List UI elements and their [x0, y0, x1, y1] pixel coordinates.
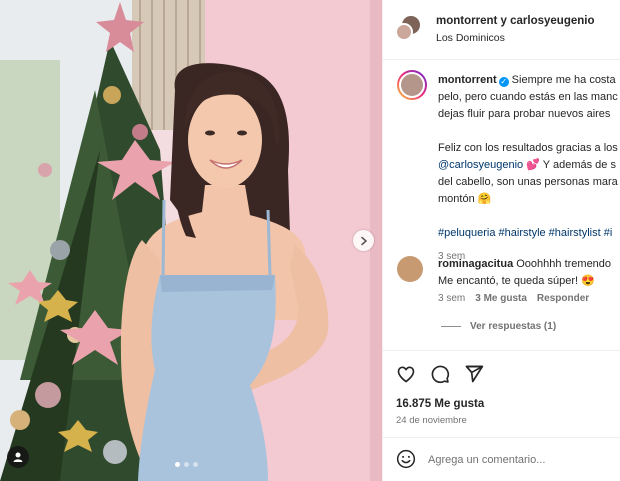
- comment-time[interactable]: 3 sem: [438, 293, 465, 304]
- comment-text: Ooohhhh tremendo: [516, 258, 612, 270]
- post-details-panel: montorrent y carlosyeugenio Los Dominico…: [382, 0, 620, 481]
- carousel-dot: [193, 462, 198, 467]
- view-replies-button[interactable]: Ver respuestas (1): [441, 321, 556, 332]
- post-date[interactable]: 24 de noviembre: [396, 415, 467, 426]
- carousel-dot: [175, 462, 180, 467]
- avatar[interactable]: [395, 23, 413, 41]
- post-location[interactable]: Los Dominicos: [436, 32, 505, 44]
- likes-count[interactable]: 16.875 Me gusta: [396, 398, 484, 410]
- caption-text: Feliz con los resultados gracias a los: [438, 142, 618, 154]
- mention-link[interactable]: @carlosyeugenio: [438, 159, 523, 171]
- post-caption: montorrent ✓ Siempre me ha costa pelo, per…: [438, 72, 620, 265]
- post-header: montorrent y carlosyeugenio Los Dominico…: [383, 0, 620, 60]
- post-image: [0, 0, 382, 481]
- caption-text: montón 🤗: [438, 193, 492, 205]
- paper-plane-icon[interactable]: [464, 364, 484, 384]
- person-icon: [13, 452, 23, 462]
- comment: rominagacitua Ooohhhh tremendo Me encant…: [438, 256, 620, 290]
- caption-text: dejas fluir para probar nuevos aires: [438, 108, 611, 120]
- speech-bubble-icon[interactable]: [430, 364, 450, 384]
- view-replies-label: Ver respuestas (1): [470, 321, 557, 332]
- caption-text: pelo, pero cuando estás en las manc: [438, 91, 618, 103]
- hashtags[interactable]: #peluqueria #hairstyle #hairstylist #i: [438, 225, 620, 242]
- post-actions: 16.875 Me gusta 24 de noviembre: [383, 350, 620, 440]
- comment-meta: 3 sem 3 Me gusta Responder: [438, 293, 589, 304]
- verified-badge-icon: ✓: [498, 77, 509, 87]
- caption-text: del cabello, son unas personas mara: [438, 176, 618, 188]
- caption-avatar[interactable]: [397, 70, 427, 100]
- comment-input[interactable]: [428, 450, 613, 470]
- divider: [441, 326, 461, 327]
- caption-username[interactable]: montorrent: [438, 74, 497, 86]
- next-slide-button[interactable]: [353, 230, 374, 251]
- comment-username[interactable]: rominagacitua: [438, 258, 513, 270]
- commenter-avatar[interactable]: [397, 256, 423, 282]
- caption-text: Siempre me ha costa: [511, 74, 616, 86]
- caption-text: 💕 Y además de s: [523, 159, 616, 171]
- post-authors[interactable]: montorrent y carlosyeugenio: [436, 15, 594, 27]
- reply-button[interactable]: Responder: [537, 293, 589, 304]
- heart-icon[interactable]: [396, 364, 416, 384]
- tagged-users-button[interactable]: [7, 446, 29, 468]
- comment-likes[interactable]: 3 Me gusta: [475, 293, 527, 304]
- comment-composer: [383, 437, 620, 481]
- smiley-icon[interactable]: [396, 449, 416, 469]
- post-photo[interactable]: [0, 0, 382, 481]
- carousel-dot: [184, 462, 189, 467]
- comment-text: Me encantó, te queda súper! 😍: [438, 275, 595, 287]
- chevron-right-icon: [360, 236, 367, 245]
- carousel-indicator: [175, 462, 198, 467]
